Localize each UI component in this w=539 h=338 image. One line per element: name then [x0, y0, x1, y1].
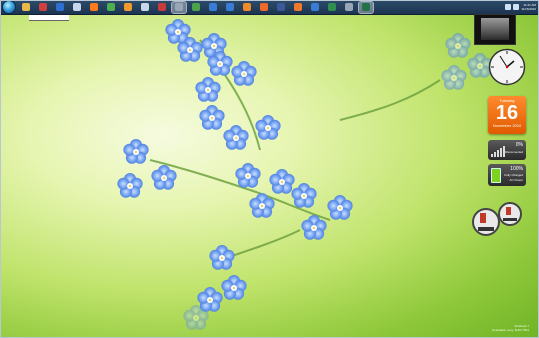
system-tray: 11:21 AM 11/16/2010: [505, 0, 539, 14]
taskbar-media-icon[interactable]: [36, 2, 50, 13]
watermark-line2: Evaluation copy. Build 7601: [492, 328, 529, 332]
clock-gadget[interactable]: [488, 48, 526, 86]
battery-power-source: AC Power: [509, 178, 523, 182]
taskbar-app-orange3-icon[interactable]: [257, 2, 271, 13]
clock-date: 11/16/2010: [521, 7, 536, 11]
calendar-day: 16: [495, 102, 519, 124]
slideshow-image: [481, 18, 509, 40]
desktop: 11:21 AM 11/16/2010 Tuesday 16 November …: [0, 0, 539, 338]
wifi-gadget[interactable]: 0% Disconnected: [488, 140, 526, 160]
battery-gadget[interactable]: 100% Fully Charged AC Power: [488, 164, 526, 186]
battery-icon: [491, 168, 501, 183]
wifi-percent: 0%: [515, 142, 523, 148]
slideshow-gadget[interactable]: [474, 14, 516, 45]
calendar-month-year: November 2010: [492, 123, 522, 128]
taskbar-app-red-icon[interactable]: [155, 2, 169, 13]
tooltip-remnant: [29, 15, 69, 21]
taskbar-app-orange4-icon[interactable]: [291, 2, 305, 13]
windows-watermark: Windows 7 Evaluation copy. Build 7601: [492, 324, 529, 332]
taskbar-app-blue-icon[interactable]: [53, 2, 67, 13]
taskbar-app-folder-icon[interactable]: [138, 2, 152, 13]
taskbar-clock[interactable]: 11:21 AM 11/16/2010: [521, 3, 536, 11]
tray-volume-icon[interactable]: [513, 4, 520, 10]
taskbar-items: [19, 0, 376, 14]
taskbar-explorer-icon[interactable]: [19, 2, 33, 13]
taskbar: 11:21 AM 11/16/2010: [0, 0, 539, 15]
wallpaper-flowers: [117, 19, 493, 330]
taskbar-app-green2-icon[interactable]: [325, 2, 339, 13]
tray-network-icon[interactable]: [505, 4, 512, 10]
calendar-gadget[interactable]: Tuesday 16 November 2010: [488, 96, 526, 134]
taskbar-app-grey2-icon[interactable]: [342, 2, 356, 13]
start-button[interactable]: [2, 0, 16, 14]
taskbar-excel-icon[interactable]: [358, 0, 374, 14]
taskbar-app-blue2-icon[interactable]: [206, 2, 220, 13]
taskbar-app-blue3-icon[interactable]: [223, 2, 237, 13]
signal-bars-icon: [491, 146, 505, 157]
wifi-status: Disconnected: [504, 150, 523, 154]
taskbar-app-orange-icon[interactable]: [121, 2, 135, 13]
battery-status: Fully Charged: [504, 173, 523, 177]
taskbar-app-green-icon[interactable]: [189, 2, 203, 13]
taskbar-facebook-icon[interactable]: [274, 2, 288, 13]
drive-meter-gadget[interactable]: [470, 200, 526, 238]
battery-percent: 100%: [510, 166, 523, 172]
taskbar-document-icon[interactable]: [70, 2, 84, 13]
taskbar-app-blue4-icon[interactable]: [308, 2, 322, 13]
taskbar-firefox-icon[interactable]: [87, 2, 101, 13]
taskbar-app-orange2-icon[interactable]: [240, 2, 254, 13]
taskbar-chrome-icon[interactable]: [104, 2, 118, 13]
taskbar-app-grey-icon[interactable]: [171, 0, 187, 14]
